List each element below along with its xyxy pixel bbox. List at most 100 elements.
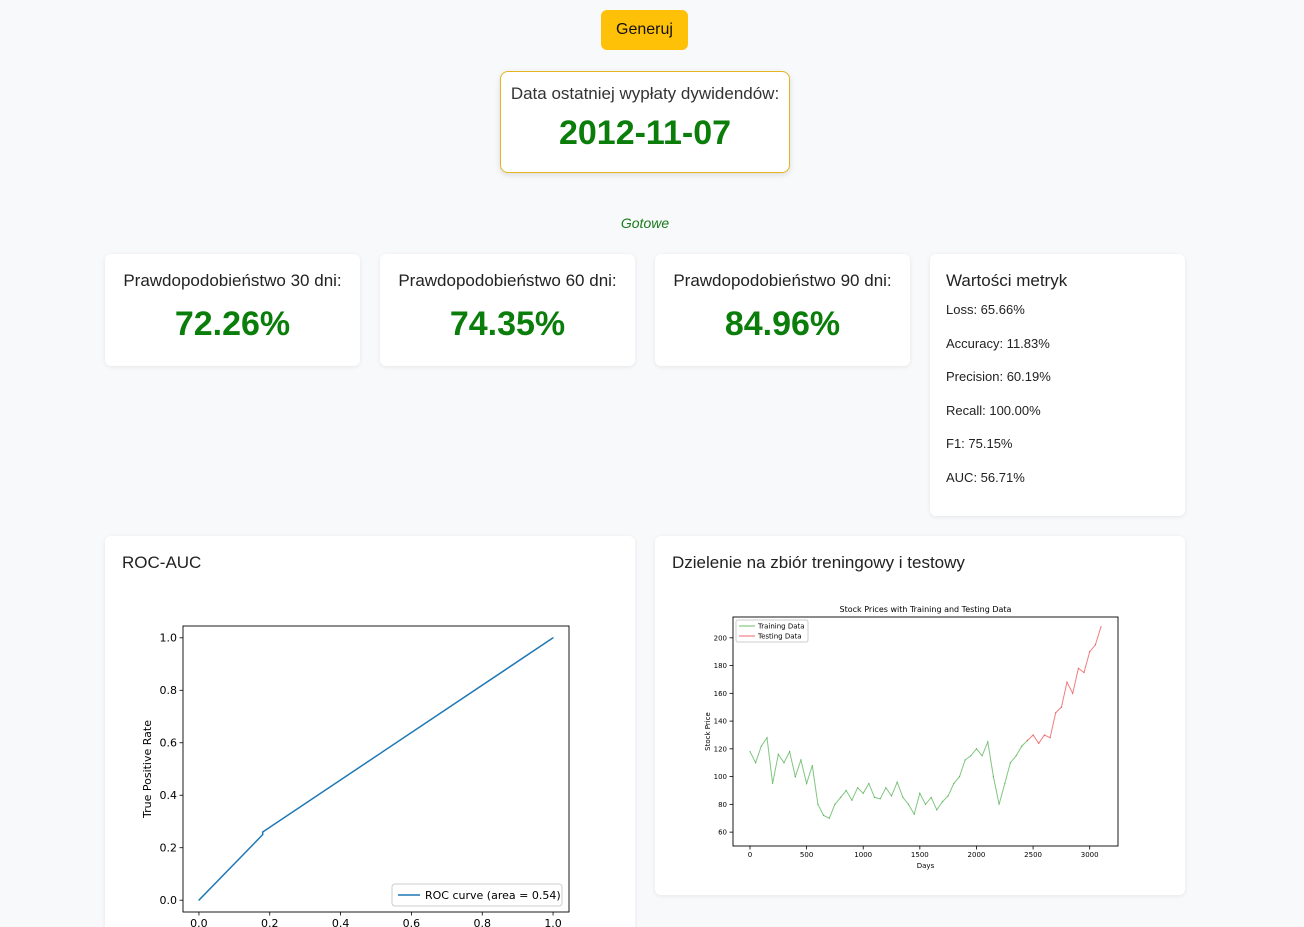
y-tick-label: 0.6 [160,737,178,750]
data-point [862,792,864,794]
legend-label: Testing Data [757,633,802,641]
metric-recall: Recall: 100.00% [946,402,1041,418]
x-axis-label: Days [917,862,935,870]
data-point [981,755,983,757]
data-point [964,759,966,761]
data-point [953,782,955,785]
data-point [1021,745,1023,747]
x-tick-label: 0.6 [403,917,421,927]
data-point [828,817,830,819]
probability-card-30: Prawdopodobieństwo 30 dni: 72.26% [105,254,360,366]
data-point [896,781,898,783]
roc-card: ROC-AUC 0.0 0.2 0.4 0.6 0.8 1.0 0.0 0.2 0.4 0.6 0.… [105,536,635,927]
data-point [811,764,813,767]
legend-label: ROC curve (area = 0.54) [425,889,561,902]
x-tick-label: 500 [800,851,813,859]
y-tick-label: 0.0 [160,894,178,907]
stock-chart: Stock Prices with Training and Testing D… [704,605,1119,870]
data-point [1038,742,1040,744]
data-point [907,803,910,805]
roc-chart: 0.0 0.2 0.4 0.6 0.8 1.0 0.0 0.2 0.4 0.6 0.8 1.0 True… [141,625,570,927]
y-tick-label: 0.8 [160,684,178,697]
probability-card-90: Prawdopodobieństwo 90 dni: 84.96% [655,254,910,366]
dividend-date-label: Data ostatniej wypłaty dywidendów: [510,84,780,103]
data-point [890,795,893,797]
data-point [1060,706,1062,708]
plot-frame [732,616,1119,847]
metric-loss: Loss: 65.66% [946,302,1025,317]
data-point [970,755,972,757]
data-point [1015,755,1017,757]
x-tick-label: 2500 [1024,851,1042,859]
probability-label-90: Prawdopodobieństwo 90 dni: [673,271,892,290]
data-point [1032,734,1034,736]
data-point [806,782,808,785]
y-tick-label: 140 [714,718,727,726]
status-text: Gotowe [620,215,670,231]
data-point [873,796,876,798]
data-point [924,803,927,805]
probability-value-90: 84.96% [724,305,841,343]
data-point [958,776,961,778]
data-point [1009,762,1011,764]
data-point [552,637,554,639]
data-point [772,782,774,785]
probability-value-60: 74.35% [449,305,566,343]
split-card: Dzielenie na zbiór treningowy i testowy … [655,536,1185,895]
data-point [1100,626,1102,628]
legend-label: Training Data [757,623,805,631]
data-point [851,799,853,801]
metric-f1: F1: 75.15% [946,436,1013,451]
x-tick-label: 1.0 [544,917,562,927]
data-point [800,759,802,761]
probability-label-30: Prawdopodobieństwo 30 dni: [123,271,342,290]
y-tick-label: 1.0 [160,632,178,645]
y-tick-label: 200 [714,634,727,642]
x-tick-label: 3000 [1081,851,1099,859]
data-point [975,748,978,750]
x-tick-label: 0.0 [190,917,208,927]
data-point [817,803,819,805]
chart-title: Stock Prices with Training and Testing D… [840,605,1012,614]
x-tick-label: 0.4 [332,917,350,927]
y-tick-label: 100 [714,773,727,781]
metrics-card: Wartości metryk Loss: 65.66% Accuracy: 1… [930,254,1185,516]
x-tick-label: 0 [748,851,752,859]
data-point [1043,734,1045,736]
x-tick-label: 0.2 [261,917,279,927]
data-point [987,741,989,743]
y-tick-label: 0.2 [160,842,178,855]
data-point [794,776,796,778]
x-tick-label: 2000 [968,851,986,859]
data-point [1049,737,1051,739]
data-point [936,809,938,811]
y-tick-label: 160 [714,690,727,698]
y-tick-label: 60 [718,829,727,837]
probability-label-60: Prawdopodobieństwo 60 dni: [398,271,617,290]
data-point [1055,712,1057,714]
data-point [902,796,904,798]
y-axis-label: True Positive Rate [141,720,154,819]
data-point [789,751,791,753]
data-point [998,803,1000,805]
data-point [885,787,887,789]
data-point [262,834,264,836]
dividend-date-value: 2012-11-07 [558,114,732,152]
x-tick-label: 1500 [911,851,929,859]
data-point [755,762,757,764]
probability-card-60: Prawdopodobieństwo 60 dni: 74.35% [380,254,635,366]
data-point [913,813,915,815]
x-tick-label: 1000 [854,851,872,859]
plot-frame [182,625,570,913]
metric-precision: Precision: 60.19% [946,369,1051,384]
generate-button[interactable]: Generuj [601,10,688,50]
y-axis-label: Stock Price [704,712,712,751]
data-point [1072,692,1074,694]
metric-auc: AUC: 56.71% [946,469,1025,485]
metric-accuracy: Accuracy: 11.83% [946,335,1050,351]
x-tick-label: 0.8 [473,917,491,927]
data-point [766,737,768,739]
data-point [262,831,264,833]
y-tick-label: 0.4 [160,789,178,802]
data-point [1004,782,1006,785]
